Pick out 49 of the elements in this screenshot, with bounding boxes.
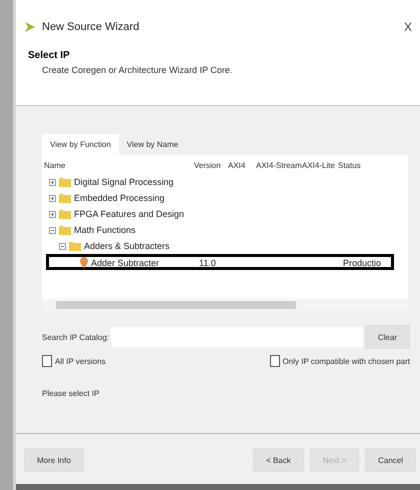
tab[interactable]: View by Function	[42, 134, 119, 155]
checkbox[interactable]	[42, 355, 52, 367]
close-button[interactable]: X	[404, 20, 412, 34]
folder-icon	[59, 225, 71, 235]
status-message: Please select IP	[42, 389, 100, 398]
tree-item-label: Adders & Subtracters	[84, 241, 170, 251]
tree-item-label: Embedded Processing	[74, 193, 165, 203]
tree-row[interactable]: Digital Signal Processing	[46, 174, 394, 190]
collapse-icon[interactable]	[49, 226, 56, 234]
step-title: Select IP	[28, 50, 71, 61]
tree-row[interactable]: Math Functions	[46, 222, 394, 238]
pin-icon	[80, 257, 88, 268]
status-cell-text: Productio	[343, 258, 382, 268]
tree-item-label: FPGA Features and Design	[74, 209, 184, 219]
window-title: New Source Wizard	[42, 21, 140, 33]
tree-item-label: Math Functions	[74, 225, 136, 235]
checkbox[interactable]	[270, 355, 280, 367]
column-header[interactable]: AXI4-Stream	[254, 155, 300, 174]
highlighted-row[interactable]: Adder Subtracter 11.0 Productio	[46, 254, 394, 270]
folder-icon	[59, 209, 71, 219]
column-header[interactable]: Version	[192, 155, 226, 174]
tree-row[interactable]: Adders & Subtracters	[46, 238, 394, 254]
wizard-icon	[24, 21, 36, 33]
horizontal-scrollbar[interactable]	[42, 299, 408, 311]
tree-row[interactable]: FPGA Features and Design	[46, 206, 394, 222]
wizard-button[interactable]: < Back	[253, 448, 304, 472]
column-header[interactable]: Status	[336, 155, 394, 174]
wizard-button[interactable]: More Info	[24, 448, 84, 472]
folder-icon	[59, 177, 71, 187]
step-description: Create Coregen or Architecture Wizard IP Core.	[41, 65, 234, 75]
clear-button[interactable]: Clear	[364, 325, 410, 349]
tab[interactable]: View by Name	[118, 134, 186, 155]
folder-icon	[59, 193, 71, 203]
checkbox-label: All IP versions	[55, 356, 106, 366]
expand-icon[interactable]	[49, 178, 56, 186]
tree-item-label: Adder Subtracter	[91, 258, 160, 268]
collapse-icon[interactable]	[59, 242, 66, 250]
tree-row[interactable]: Embedded Processing	[46, 190, 394, 206]
version-cell-text: 11.0	[199, 258, 217, 268]
column-header[interactable]: Name	[42, 155, 192, 174]
column-header[interactable]: AXI4	[226, 155, 254, 174]
folder-icon	[69, 241, 81, 251]
expand-icon[interactable]	[49, 194, 56, 202]
expand-icon[interactable]	[49, 210, 56, 218]
tree-item-label: Digital Signal Processing	[74, 177, 174, 187]
checkbox-label: Only IP compatible with chosen part	[282, 356, 410, 366]
search-label: Search IP Catalog:	[42, 332, 110, 342]
wizard-button[interactable]: Cancel	[365, 448, 416, 472]
column-header[interactable]: AXI4-Lite	[300, 155, 336, 174]
